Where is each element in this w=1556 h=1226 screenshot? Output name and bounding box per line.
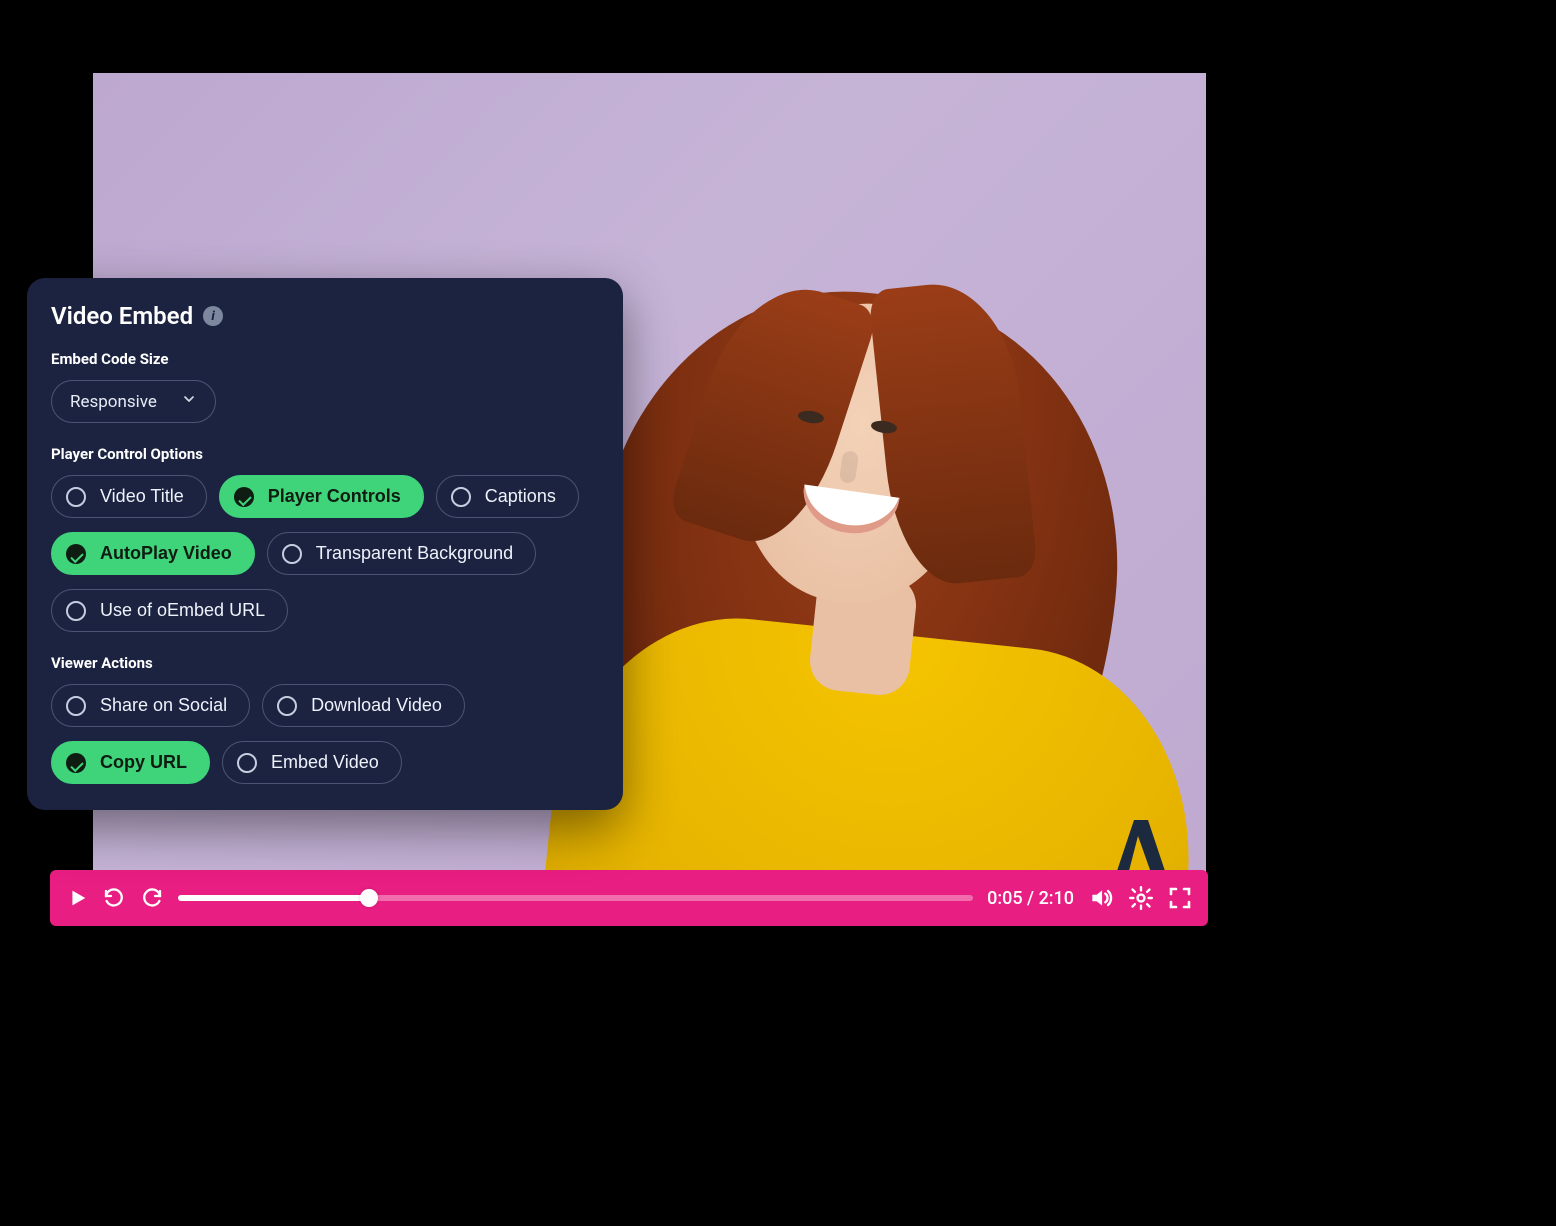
time-separator: / <box>1023 888 1039 909</box>
chip-label: Captions <box>485 486 556 507</box>
player-options-group: Video Title Player Controls Captions AutoPl… <box>51 475 599 632</box>
chip-captions[interactable]: Captions <box>436 475 579 518</box>
embed-size-label: Embed Code Size <box>51 350 599 368</box>
info-icon[interactable]: i <box>203 306 223 326</box>
chip-label: Download Video <box>311 695 442 716</box>
viewer-actions-label: Viewer Actions <box>51 654 599 672</box>
play-icon[interactable] <box>66 887 88 909</box>
radio-icon <box>66 601 86 621</box>
chip-copy-url[interactable]: Copy URL <box>51 741 210 784</box>
chip-label: Transparent Background <box>316 543 513 564</box>
chip-label: Share on Social <box>100 695 227 716</box>
chip-oembed-url[interactable]: Use of oEmbed URL <box>51 589 288 632</box>
chip-download-video[interactable]: Download Video <box>262 684 465 727</box>
chip-share-social[interactable]: Share on Social <box>51 684 250 727</box>
radio-icon <box>66 487 86 507</box>
embed-size-value: Responsive <box>70 392 157 412</box>
rewind-icon[interactable] <box>102 886 126 910</box>
check-icon <box>234 487 254 507</box>
chip-embed-video[interactable]: Embed Video <box>222 741 402 784</box>
chip-player-controls[interactable]: Player Controls <box>219 475 424 518</box>
player-options-label: Player Control Options <box>51 445 599 463</box>
current-time: 0:05 <box>987 888 1022 909</box>
volume-icon[interactable] <box>1088 885 1114 911</box>
chip-label: Copy URL <box>100 752 187 773</box>
chip-label: Video Title <box>100 486 184 507</box>
chevron-down-icon <box>181 391 197 412</box>
seek-knob[interactable] <box>360 889 378 907</box>
panel-title: Video Embed <box>51 302 193 330</box>
check-icon <box>66 753 86 773</box>
check-icon <box>66 544 86 564</box>
chip-video-title[interactable]: Video Title <box>51 475 207 518</box>
chip-label: Player Controls <box>268 486 401 507</box>
duration: 2:10 <box>1039 888 1074 909</box>
viewer-actions-group: Share on Social Download Video Copy URL Emb… <box>51 684 599 784</box>
chip-label: AutoPlay Video <box>100 543 232 564</box>
embed-size-select[interactable]: Responsive <box>51 380 216 423</box>
seek-bar[interactable] <box>178 895 973 901</box>
chip-label: Embed Video <box>271 752 379 773</box>
radio-icon <box>282 544 302 564</box>
radio-icon <box>277 696 297 716</box>
forward-icon[interactable] <box>140 886 164 910</box>
chip-transparent-bg[interactable]: Transparent Background <box>267 532 536 575</box>
chip-label: Use of oEmbed URL <box>100 600 265 621</box>
video-embed-panel: Video Embed i Embed Code Size Responsive… <box>27 278 623 810</box>
gear-icon[interactable] <box>1128 885 1154 911</box>
chip-autoplay-video[interactable]: AutoPlay Video <box>51 532 255 575</box>
time-display: 0:05 / 2:10 <box>987 888 1074 909</box>
fullscreen-icon[interactable] <box>1168 886 1192 910</box>
radio-icon <box>451 487 471 507</box>
player-bar: 0:05 / 2:10 <box>50 870 1208 926</box>
radio-icon <box>237 753 257 773</box>
radio-icon <box>66 696 86 716</box>
